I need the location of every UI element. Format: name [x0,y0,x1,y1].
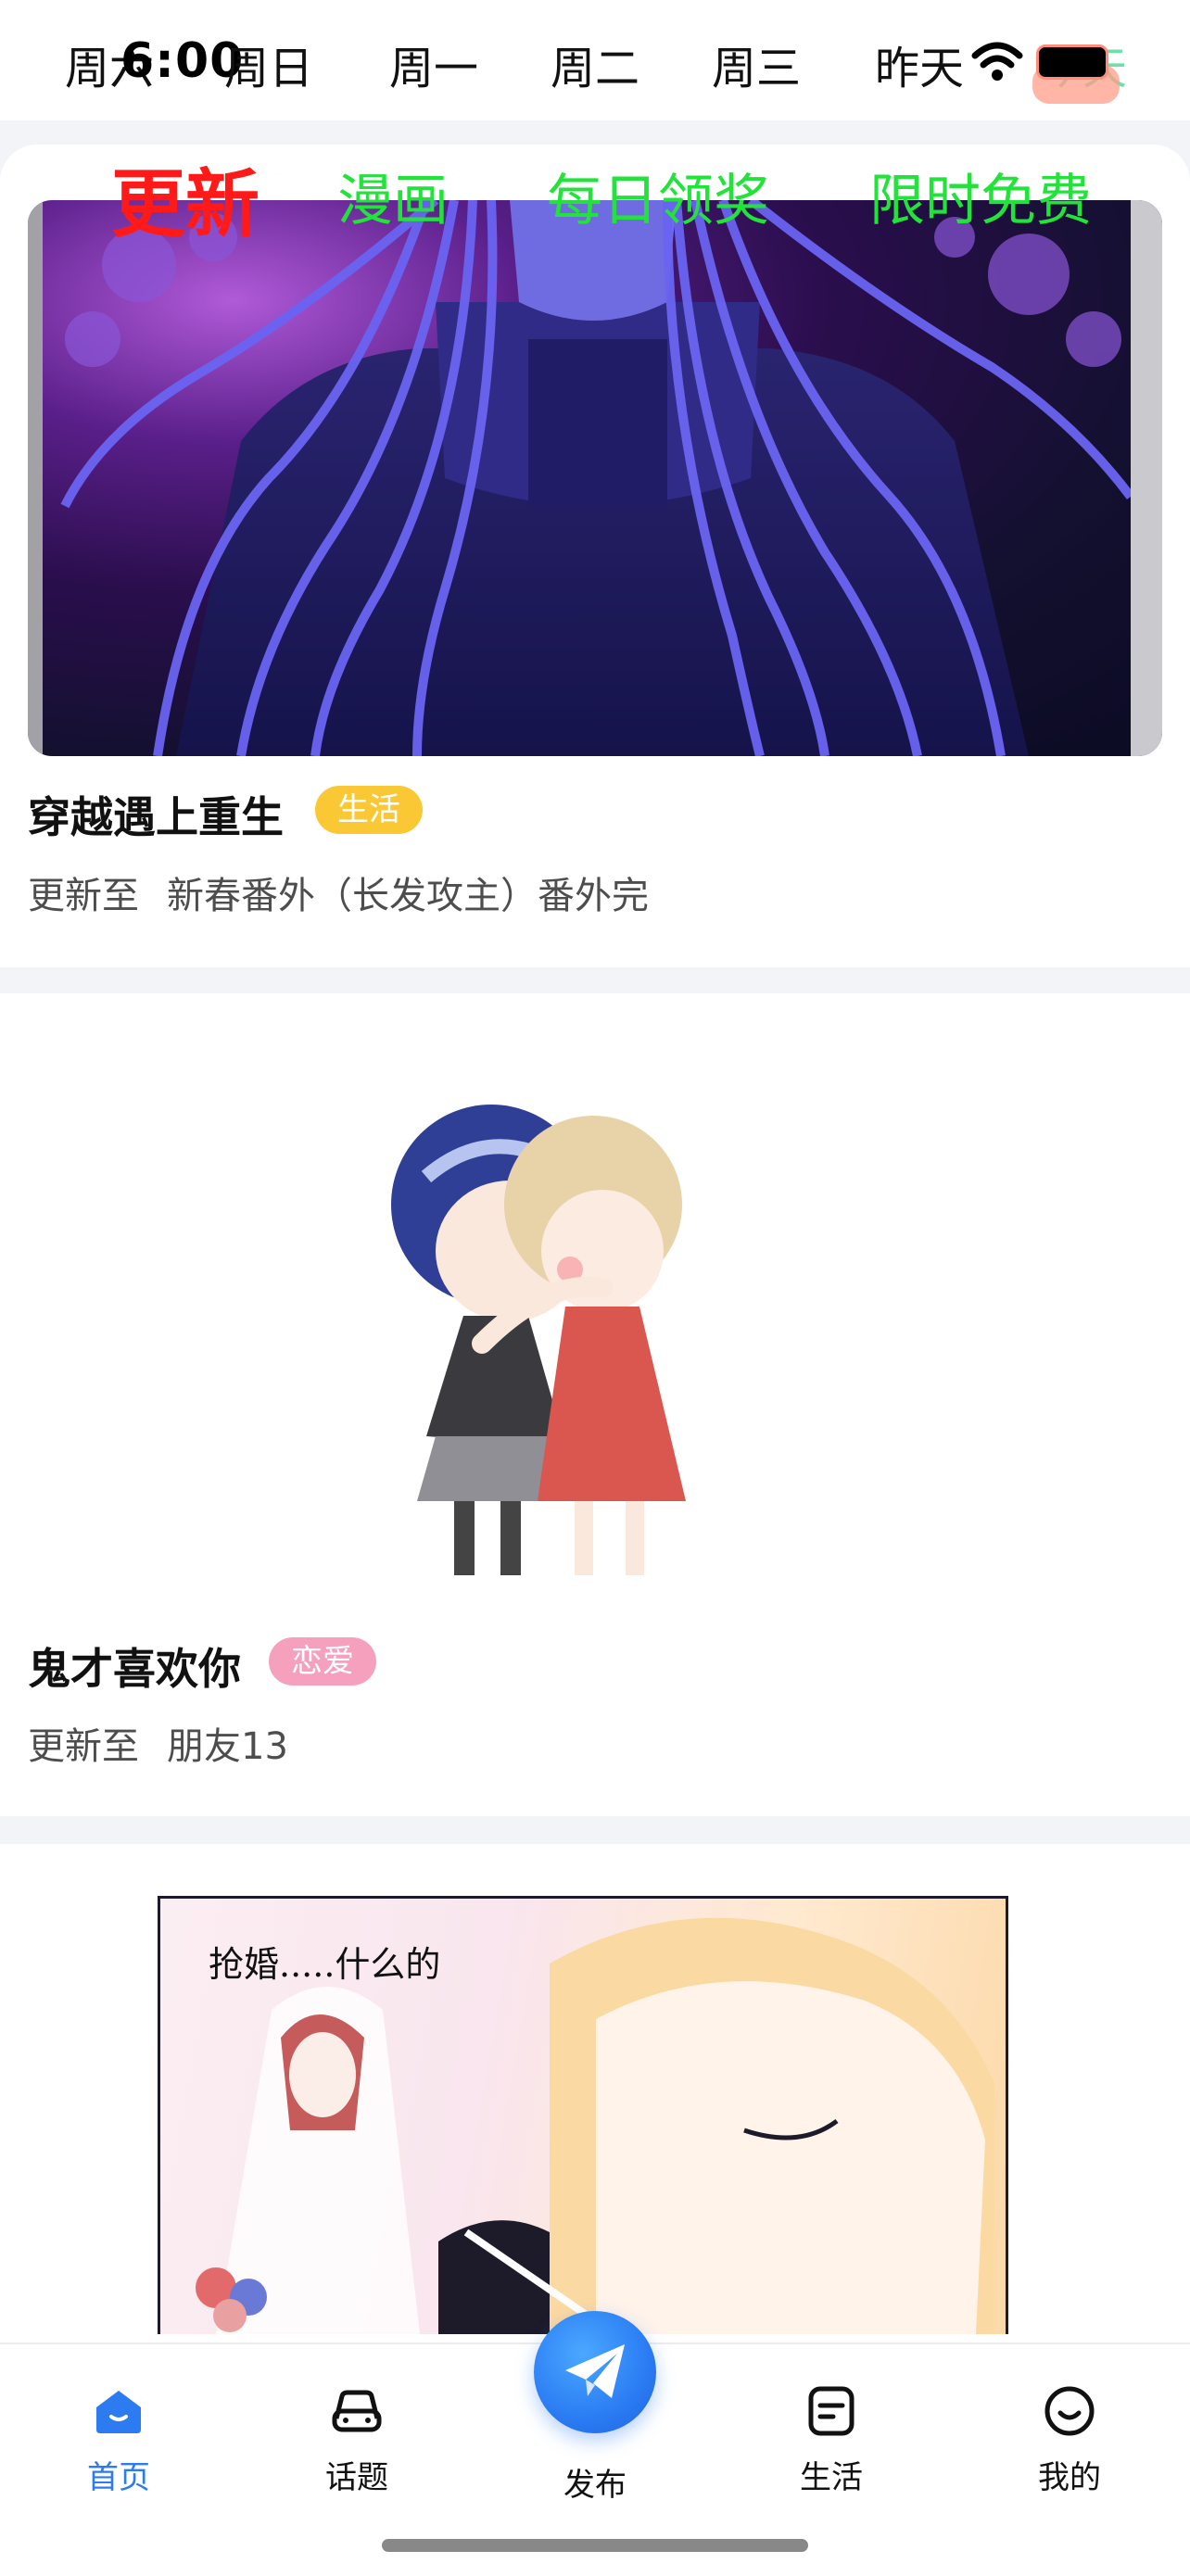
tab-home[interactable]: 首页 [49,2383,188,2497]
tab-topics[interactable]: 话题 [287,2383,426,2497]
publish-button[interactable] [534,2311,656,2433]
tab-daily-rewards[interactable]: 每日领奖 [547,156,769,236]
tab-comics[interactable]: 漫画 [337,156,449,236]
topics-icon [332,2390,382,2432]
comic-cover-image[interactable] [371,1066,797,1594]
tab-home-label: 首页 [87,2459,150,2496]
home-icon [96,2391,141,2433]
genre-tag[interactable]: 生活 [315,786,423,834]
latest-chapter: 朋友13 [167,1725,288,1768]
tab-limited-free[interactable]: 限时免费 [869,156,1092,236]
tab-mine[interactable]: 我的 [1000,2383,1139,2497]
paper-plane-icon [565,2344,625,2398]
comic-cover-image[interactable] [28,200,1162,756]
publish-label[interactable]: 发布 [519,2459,671,2505]
smile-icon [1044,2386,1095,2436]
comic-cover-image[interactable]: 抢婚.....什么的 [158,1896,1008,2334]
wifi-icon [971,42,1023,81]
tab-life[interactable]: 生活 [762,2383,901,2497]
tab-update[interactable]: 更新 [111,145,260,252]
weekday-wed[interactable]: 周三 [712,32,801,96]
update-prefix: 更新至 [28,875,139,917]
cover-caption: 抢婚.....什么的 [209,1944,441,1985]
weekday-yesterday[interactable]: 昨天 [875,32,964,96]
latest-chapter: 新春番外（长发攻主）番外完 [167,875,649,917]
weekday-sun[interactable]: 周日 [224,32,313,96]
update-prefix: 更新至 [28,1725,139,1768]
genre-tag[interactable]: 恋爱 [269,1637,376,1686]
tab-topics-label: 话题 [325,2459,388,2496]
battery-icon [1036,44,1108,80]
note-icon [808,2386,855,2436]
weekday-tue[interactable]: 周二 [551,32,639,96]
comic-title[interactable]: 鬼才喜欢你 [28,1635,241,1697]
weekday-mon[interactable]: 周一 [389,32,478,96]
tab-life-label: 生活 [800,2459,863,2496]
tab-mine-label: 我的 [1038,2459,1101,2496]
home-indicator[interactable] [382,2539,808,2552]
comic-title[interactable]: 穿越遇上重生 [28,784,284,845]
